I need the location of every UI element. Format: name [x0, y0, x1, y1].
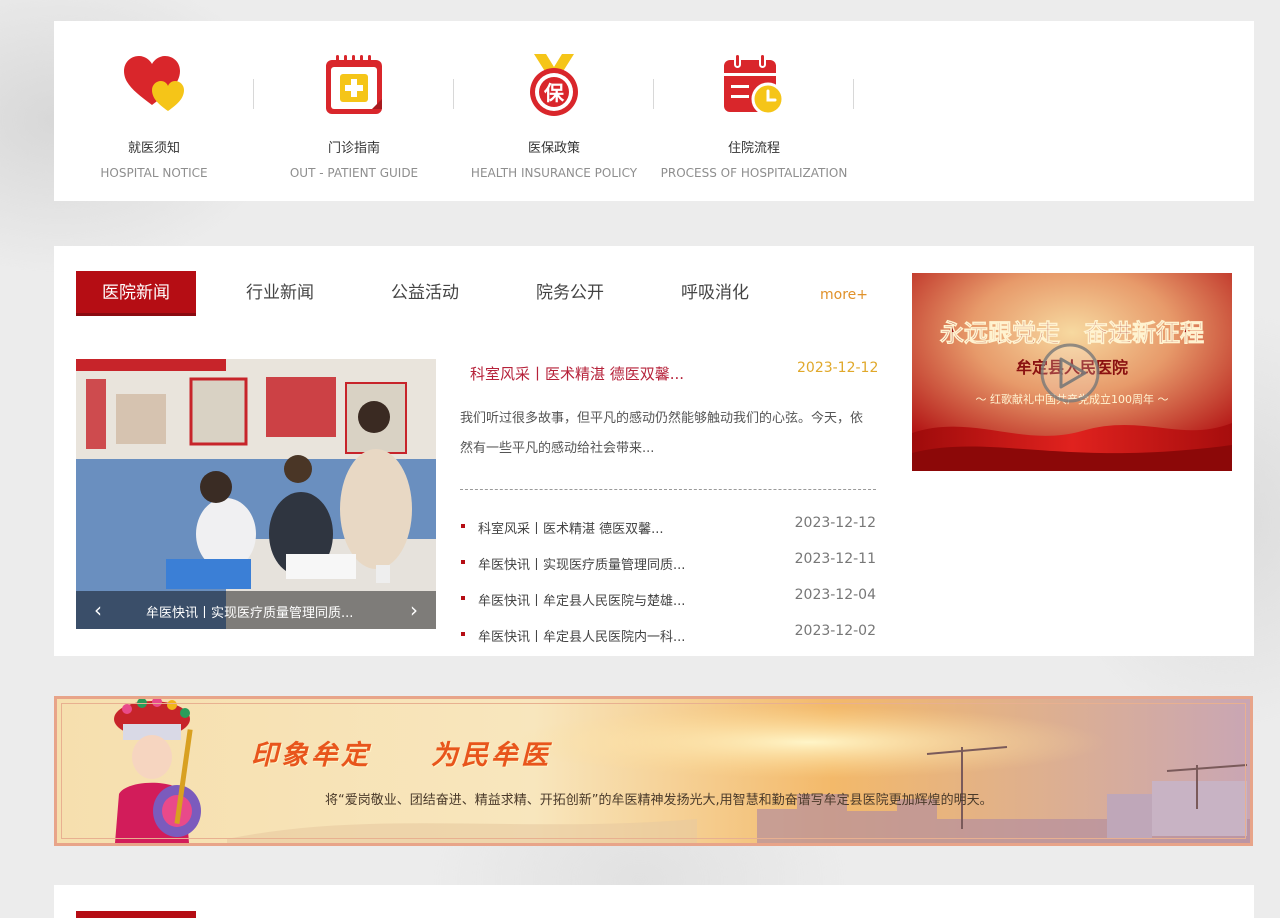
news-panel: 医院新闻 行业新闻 公益活动 院务公开 呼吸消化 more+ ‹ 牟医快讯丨实现…	[54, 246, 1254, 656]
news-list-date: 2023-12-02	[794, 623, 876, 639]
quick-link-subtitle: PROCESS OF HOSPITALIZATION	[660, 166, 848, 180]
news-list-title[interactable]: 科室风采丨医术精湛 德医双馨...	[478, 518, 664, 537]
hearts-icon	[124, 56, 184, 111]
news-list-title[interactable]: 牟医快讯丨牟定县人民医院与楚雄...	[478, 590, 685, 609]
tab-respiratory-digestive[interactable]: 呼吸消化	[655, 271, 775, 316]
play-icon[interactable]	[1040, 343, 1100, 403]
section-tab[interactable]	[76, 911, 196, 918]
featured-news-date: 2023-12-12	[797, 360, 879, 376]
news-photo-slider[interactable]: ‹ 牟医快讯丨实现医疗质量管理同质... ›	[76, 359, 436, 629]
news-list-date: 2023-12-12	[794, 515, 876, 531]
bullet-icon	[461, 524, 465, 528]
medical-calendar-icon	[326, 55, 382, 114]
banner-slogan: 印象牟定 为民牟医	[251, 740, 551, 771]
bullet-icon	[461, 596, 465, 600]
slider-caption[interactable]: 牟医快讯丨实现医疗质量管理同质...	[146, 602, 353, 621]
quick-link-hospitalization-process[interactable]: 住院流程 PROCESS OF HOSPITALIZATION	[654, 21, 854, 201]
news-divider	[460, 489, 876, 490]
news-list-item[interactable]: 科室风采丨医术精湛 德医双馨... 2023-12-12	[460, 515, 876, 538]
tab-hospital-news[interactable]: 医院新闻	[76, 271, 196, 316]
quick-links-panel: 就医须知 HOSPITAL NOTICE 门诊指南 OUT - PATIENT …	[54, 21, 1254, 201]
bullet-icon	[461, 560, 465, 564]
insurance-medal-icon: 保	[530, 54, 578, 116]
quick-link-title: 住院流程	[727, 141, 780, 156]
tab-public-welfare[interactable]: 公益活动	[365, 271, 485, 316]
quick-link-subtitle: HOSPITAL NOTICE	[100, 166, 208, 180]
news-photo	[76, 359, 436, 629]
slider-prev-icon[interactable]: ‹	[88, 599, 108, 621]
calendar-clock-icon	[724, 53, 785, 116]
news-list-title[interactable]: 牟医快讯丨牟定县人民医院内一科...	[478, 626, 685, 645]
video-thumbnail[interactable]: 永远跟党走 奋进新征程 牟定县人民医院 ～ 红歌献礼中国共产党成立100周年 ～	[912, 273, 1232, 471]
next-section-panel	[54, 885, 1254, 918]
news-list-item[interactable]: 牟医快讯丨牟定县人民医院与楚雄... 2023-12-04	[460, 587, 876, 610]
slider-caption-bar: ‹ 牟医快讯丨实现医疗质量管理同质... ›	[76, 591, 436, 629]
quick-link-insurance-policy[interactable]: 保 医保政策 HEALTH INSURANCE POLICY	[454, 21, 654, 201]
banner-inner-border	[61, 703, 1246, 839]
quick-link-hospital-notice[interactable]: 就医须知 HOSPITAL NOTICE	[54, 21, 254, 201]
slogan-banner[interactable]: 印象牟定 为民牟医 将“爱岗敬业、团结奋进、精益求精、开拓创新”的牟医精神发扬光…	[54, 696, 1253, 846]
quick-link-separator	[853, 79, 854, 109]
tab-industry-news[interactable]: 行业新闻	[220, 271, 340, 316]
video-poster: 永远跟党走 奋进新征程 牟定县人民医院 ～ 红歌献礼中国共产党成立100周年 ～	[912, 273, 1232, 471]
news-list-date: 2023-12-04	[794, 587, 876, 603]
tab-hospital-affairs[interactable]: 院务公开	[510, 271, 630, 316]
video-headline: 永远跟党走 奋进新征程	[940, 318, 1204, 347]
quick-link-subtitle: OUT - PATIENT GUIDE	[289, 166, 419, 180]
slider-next-icon[interactable]: ›	[404, 599, 424, 621]
quick-link-title: 就医须知	[127, 141, 180, 156]
quick-link-title: 门诊指南	[327, 141, 380, 156]
quick-link-outpatient-guide[interactable]: 门诊指南 OUT - PATIENT GUIDE	[254, 21, 454, 201]
news-list-item[interactable]: 牟医快讯丨实现医疗质量管理同质... 2023-12-11	[460, 551, 876, 574]
news-list-date: 2023-12-11	[794, 551, 876, 567]
medal-character: 保	[543, 81, 565, 105]
news-list-item[interactable]: 牟医快讯丨牟定县人民医院内一科... 2023-12-02	[460, 623, 876, 646]
more-link[interactable]: more+	[820, 287, 868, 303]
featured-news-description: 我们听过很多故事，但平凡的感动仍然能够触动我们的心弦。今天，依然有一些平凡的感动…	[460, 411, 864, 456]
quick-link-title: 医保政策	[527, 141, 580, 156]
news-list-title[interactable]: 牟医快讯丨实现医疗质量管理同质...	[478, 554, 685, 573]
bullet-icon	[461, 632, 465, 636]
banner-description: 将“爱岗敬业、团结奋进、精益求精、开拓创新”的牟医精神发扬光大,用智慧和勤奋谱写…	[325, 793, 993, 808]
quick-link-subtitle: HEALTH INSURANCE POLICY	[470, 166, 638, 180]
featured-news-title[interactable]: 科室风采丨医术精湛 德医双馨...	[470, 363, 684, 384]
